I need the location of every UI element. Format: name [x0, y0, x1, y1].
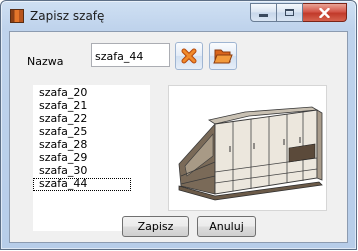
close-button[interactable] — [303, 3, 347, 22]
delete-x-icon — [181, 48, 197, 64]
list-item-selected[interactable]: szafa_44 — [33, 178, 131, 191]
delete-button[interactable] — [175, 42, 203, 70]
name-input[interactable] — [91, 43, 170, 67]
dialog-content: Nazwa szafa_20 szafa_21 szafa_22 szafa_2… — [9, 31, 348, 243]
wardrobe-3d-preview — [178, 106, 323, 201]
load-button[interactable] — [209, 42, 237, 70]
caption-buttons — [250, 3, 347, 22]
wardrobe-app-icon — [10, 9, 24, 23]
title-bar[interactable]: Zapisz szafę — [2, 2, 355, 30]
maximize-button[interactable] — [277, 3, 303, 22]
save-wardrobe-dialog: Zapisz szafę Nazwa szafa_44 szafa_20 sza… — [0, 0, 357, 250]
wardrobe-preview — [168, 85, 327, 211]
saved-wardrobes-list[interactable]: szafa_20 szafa_21 szafa_22 szafa_25 szaf… — [33, 85, 150, 231]
cancel-button[interactable]: Anuluj — [197, 216, 256, 237]
name-label: Nazwa — [27, 55, 64, 68]
minimize-button[interactable] — [250, 3, 277, 22]
window-title: Zapisz szafę — [30, 9, 105, 23]
load-folder-icon — [213, 49, 233, 64]
save-button[interactable]: Zapisz — [122, 216, 189, 237]
maximize-icon — [285, 9, 294, 16]
close-icon — [319, 7, 330, 18]
minimize-icon — [259, 14, 268, 17]
